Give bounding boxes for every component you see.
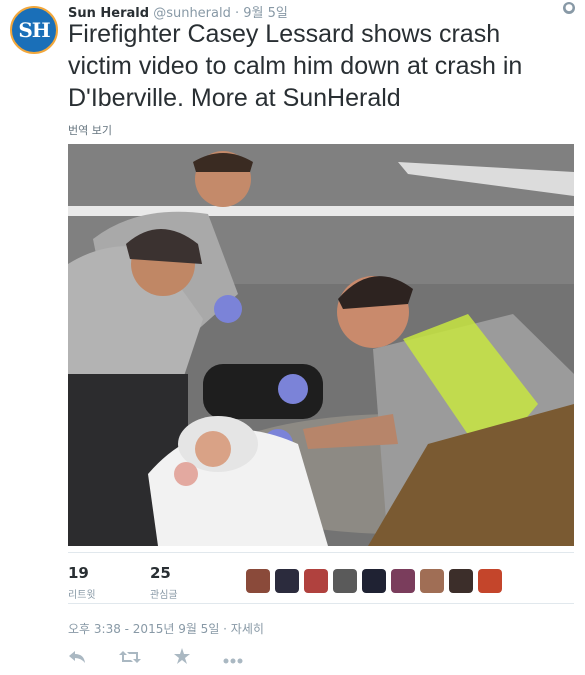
- photo-illustration: [68, 144, 574, 546]
- liker-avatar-6[interactable]: [391, 569, 415, 593]
- more-icon[interactable]: [223, 649, 243, 668]
- tweet-text: Firefighter Casey Lessard shows crash vi…: [68, 20, 523, 112]
- like-count: 25: [150, 564, 171, 582]
- reply-icon[interactable]: [68, 649, 86, 668]
- tweet-timestamp[interactable]: 오후 3:38 - 2015년 9월 5일 · 자세히: [68, 620, 264, 637]
- retweet-label: 리트윗: [68, 590, 96, 601]
- avatar[interactable]: SH: [10, 6, 58, 54]
- retweet-stat[interactable]: 19 리트윗: [68, 564, 96, 601]
- action-bar: [68, 648, 243, 668]
- like-stat[interactable]: 25 관심글: [150, 564, 178, 601]
- like-label: 관심글: [150, 590, 178, 601]
- translate-link[interactable]: 번역 보기: [68, 122, 112, 138]
- globe-icon[interactable]: ●: [563, 2, 575, 14]
- divider-bottom: [68, 603, 574, 604]
- liker-avatars: [246, 569, 502, 593]
- avatar-text: SH: [18, 18, 50, 42]
- liker-avatar-3[interactable]: [304, 569, 328, 593]
- divider-top: [68, 552, 574, 553]
- retweet-count: 19: [68, 564, 89, 582]
- liker-avatar-8[interactable]: [449, 569, 473, 593]
- star-icon[interactable]: [174, 648, 190, 668]
- tweet-photo[interactable]: [68, 144, 574, 546]
- liker-avatar-4[interactable]: [333, 569, 357, 593]
- liker-avatar-1[interactable]: [246, 569, 270, 593]
- liker-avatar-9[interactable]: [478, 569, 502, 593]
- liker-avatar-7[interactable]: [420, 569, 444, 593]
- retweet-icon[interactable]: [119, 649, 141, 668]
- liker-avatar-2[interactable]: [275, 569, 299, 593]
- liker-avatar-5[interactable]: [362, 569, 386, 593]
